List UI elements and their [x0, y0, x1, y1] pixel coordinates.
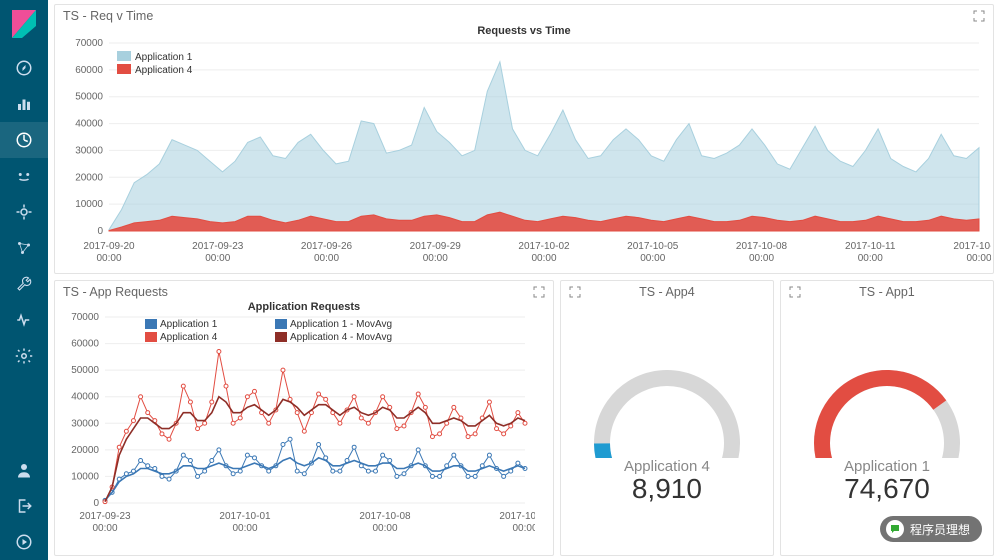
gauge-chart — [582, 348, 752, 458]
expand-icon[interactable] — [789, 286, 801, 298]
watermark: 程序员理想 — [880, 516, 982, 542]
svg-text:Application 1 - MovAvg: Application 1 - MovAvg — [290, 319, 392, 330]
nav-monitoring[interactable] — [0, 302, 48, 338]
nav-visualize[interactable] — [0, 86, 48, 122]
sidebar — [0, 0, 48, 560]
svg-text:2017-09-29: 2017-09-29 — [410, 241, 462, 252]
svg-text:00:00: 00:00 — [640, 253, 665, 264]
gauge-value: 8,910 — [632, 473, 702, 505]
svg-text:00:00: 00:00 — [966, 253, 991, 264]
svg-text:00:00: 00:00 — [205, 253, 230, 264]
svg-text:00:00: 00:00 — [858, 253, 883, 264]
svg-text:10000: 10000 — [71, 471, 99, 482]
svg-text:2017-10-14: 2017-10-14 — [953, 241, 991, 252]
svg-text:60000: 60000 — [75, 65, 103, 76]
gauge-chart — [802, 348, 972, 458]
expand-icon[interactable] — [973, 10, 985, 22]
svg-text:2017-10-11: 2017-10-11 — [845, 241, 896, 252]
svg-text:00:00: 00:00 — [96, 253, 121, 264]
panel-title: TS - App Requests — [63, 285, 168, 299]
nav-dashboard[interactable] — [0, 122, 48, 158]
svg-text:2017-09-20: 2017-09-20 — [83, 241, 135, 252]
svg-text:2017-10-02: 2017-10-02 — [518, 241, 570, 252]
svg-text:60000: 60000 — [71, 339, 99, 350]
panel-gauge-app4: TS - App4 Application 4 8,910 — [560, 280, 774, 556]
svg-text:Application 1: Application 1 — [135, 52, 193, 63]
watermark-text: 程序员理想 — [910, 521, 970, 538]
svg-text:00:00: 00:00 — [423, 253, 448, 264]
svg-text:2017-10-05: 2017-10-05 — [627, 241, 679, 252]
panel-title: TS - Req v Time — [63, 9, 153, 23]
svg-text:20000: 20000 — [75, 172, 103, 183]
panel-title: TS - App4 — [639, 285, 695, 299]
svg-text:30000: 30000 — [71, 418, 99, 429]
svg-text:Application 1: Application 1 — [160, 319, 218, 330]
svg-text:00:00: 00:00 — [92, 523, 117, 534]
area-chart: 0 10000 20000 30000 40000 50000 60000 70000 Appl… — [55, 37, 991, 271]
svg-text:0: 0 — [97, 226, 103, 237]
svg-text:00:00: 00:00 — [372, 523, 397, 534]
nav-management[interactable] — [0, 338, 48, 374]
svg-text:2017-09-26: 2017-09-26 — [301, 241, 353, 252]
svg-text:2017-10-01: 2017-10-01 — [219, 511, 271, 522]
kibana-logo-icon — [8, 8, 40, 40]
chart-title: Requests vs Time — [55, 25, 993, 37]
svg-text:2017-09-23: 2017-09-23 — [192, 241, 244, 252]
svg-text:2017-10-08: 2017-10-08 — [736, 241, 788, 252]
expand-icon[interactable] — [533, 286, 545, 298]
nav-graph[interactable] — [0, 230, 48, 266]
svg-text:00:00: 00:00 — [512, 523, 535, 534]
svg-text:2017-10-16: 2017-10-16 — [499, 511, 535, 522]
svg-text:00:00: 00:00 — [314, 253, 339, 264]
panel-title: TS - App1 — [859, 285, 915, 299]
svg-text:40000: 40000 — [75, 119, 103, 130]
nav-collapse[interactable] — [0, 524, 48, 560]
expand-icon[interactable] — [569, 286, 581, 298]
svg-text:50000: 50000 — [71, 365, 99, 376]
panel-app-requests: TS - App Requests Application Requests 0… — [54, 280, 554, 556]
svg-text:2017-09-23: 2017-09-23 — [79, 511, 131, 522]
svg-text:10000: 10000 — [75, 199, 103, 210]
gauge-value: 74,670 — [844, 473, 930, 505]
nav-timelion[interactable] — [0, 158, 48, 194]
svg-text:70000: 70000 — [75, 38, 103, 49]
svg-text:Application 4: Application 4 — [135, 65, 193, 76]
svg-text:40000: 40000 — [71, 392, 99, 403]
panel-req-v-time: TS - Req v Time Requests vs Time 0 10000 2… — [54, 4, 994, 274]
line-chart: 0 10000 20000 30000 40000 50000 60000 70000 Appl… — [55, 313, 535, 541]
svg-text:00:00: 00:00 — [749, 253, 774, 264]
nav-logout[interactable] — [0, 488, 48, 524]
svg-text:50000: 50000 — [75, 92, 103, 103]
nav-apm[interactable] — [0, 194, 48, 230]
svg-text:30000: 30000 — [75, 145, 103, 156]
svg-text:0: 0 — [93, 498, 99, 509]
svg-text:2017-10-08: 2017-10-08 — [359, 511, 411, 522]
chart-title: Application Requests — [55, 301, 553, 313]
svg-text:20000: 20000 — [71, 445, 99, 456]
svg-text:Application 4: Application 4 — [160, 332, 218, 343]
panel-gauge-app1: TS - App1 Application 1 74,670 — [780, 280, 994, 556]
svg-text:00:00: 00:00 — [232, 523, 257, 534]
svg-text:70000: 70000 — [71, 313, 99, 323]
svg-text:Application 4 - MovAvg: Application 4 - MovAvg — [290, 332, 392, 343]
nav-discover[interactable] — [0, 50, 48, 86]
dashboard-main: TS - Req v Time Requests vs Time 0 10000 2… — [48, 0, 1000, 560]
nav-devtools[interactable] — [0, 266, 48, 302]
nav-account[interactable] — [0, 452, 48, 488]
wechat-icon — [886, 520, 904, 538]
svg-text:00:00: 00:00 — [531, 253, 556, 264]
